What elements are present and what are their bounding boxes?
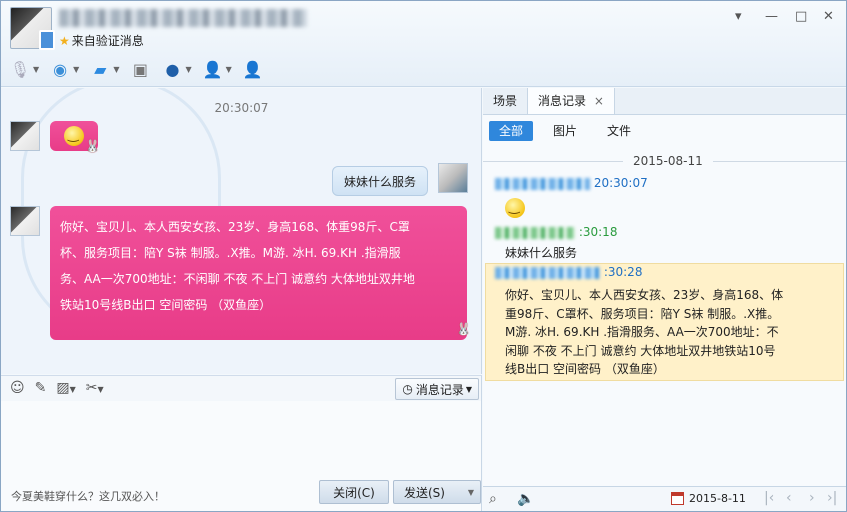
voice-call-button[interactable]: 🎙 ▼ bbox=[9, 58, 39, 80]
sender-name-blurred bbox=[495, 266, 600, 279]
chevron-down-icon: ▼ bbox=[465, 384, 472, 394]
chat-window: ★ 来自验证消息 ▾ — □ ✕ 🎙 ▼ ◉ ▼ ▰ ▼ ▣ ● ▼ 👤 ▼ 👤… bbox=[0, 0, 847, 512]
last-page-icon[interactable]: ›| bbox=[827, 490, 837, 506]
remove-contact-icon: 👤 bbox=[202, 59, 223, 79]
input-toolbar: ☺ ✎ ▨▼ ✂▼ ◷ 消息记录 ▼ bbox=[1, 375, 482, 401]
sender-name-blurred bbox=[495, 177, 590, 190]
calendar-icon bbox=[671, 492, 684, 505]
police-icon: ● bbox=[165, 59, 180, 79]
image-icon[interactable]: ▨▼ bbox=[56, 380, 75, 396]
filter-images[interactable]: 图片 bbox=[543, 121, 587, 141]
remote-desktop-icon: ▣ bbox=[132, 59, 149, 79]
file-transfer-button[interactable]: ▰ ▼ bbox=[89, 58, 119, 80]
contact-avatar-small[interactable] bbox=[10, 206, 40, 236]
self-avatar[interactable] bbox=[438, 163, 468, 193]
filter-all[interactable]: 全部 bbox=[489, 121, 534, 141]
dropdown-menu-icon[interactable]: ▾ bbox=[735, 9, 742, 24]
sender-name-blurred bbox=[495, 226, 575, 239]
side-tabs: 场景 消息记录 × bbox=[483, 88, 846, 115]
date-separator: 2015-08-11 bbox=[483, 154, 846, 168]
minimize-icon[interactable]: — bbox=[765, 9, 778, 24]
contact-avatar-small[interactable] bbox=[10, 121, 40, 151]
video-call-button[interactable]: ◉ ▼ bbox=[49, 58, 79, 80]
rabbit-sticker-icon: 🐰 bbox=[85, 139, 100, 153]
chevron-down-icon: ▼ bbox=[113, 64, 120, 74]
tab-message-history[interactable]: 消息记录 × bbox=[528, 88, 615, 114]
star-icon: ★ bbox=[59, 34, 70, 48]
speaker-icon[interactable]: 🔈 bbox=[517, 491, 534, 507]
maximize-icon[interactable]: □ bbox=[795, 9, 807, 24]
filter-files[interactable]: 文件 bbox=[597, 121, 641, 141]
chat-history[interactable]: 20:30:07 🐰 妹妹什么服务 你好、宝贝儿、本人西安女孩、23岁、身高16… bbox=[1, 88, 482, 374]
emoji-icon[interactable]: ☺ bbox=[10, 380, 25, 396]
record-text-long: 你好、宝贝儿、本人西安女孩、23岁、身高168、体 重98斤、C罩杯、服务项目：… bbox=[505, 288, 784, 376]
chevron-down-icon: ▼ bbox=[73, 64, 80, 74]
next-page-icon[interactable]: › bbox=[809, 490, 815, 506]
history-footer: ⌕ 🔈 2015-8-11 |‹ ‹ › ›| bbox=[483, 486, 846, 511]
remote-desktop-button[interactable]: ▣ bbox=[129, 58, 151, 80]
window-header: ★ 来自验证消息 ▾ — □ ✕ 🎙 ▼ ◉ ▼ ▰ ▼ ▣ ● ▼ 👤 ▼ 👤 bbox=[1, 1, 846, 87]
first-page-icon[interactable]: |‹ bbox=[764, 490, 774, 506]
smiley-emoji-icon bbox=[64, 126, 84, 146]
screenshot-icon[interactable]: ✂▼ bbox=[86, 380, 104, 396]
clock-icon: ◷ bbox=[402, 382, 413, 396]
report-button[interactable]: ● ▼ bbox=[161, 58, 191, 80]
message-timestamp: 20:30:07 bbox=[214, 101, 269, 115]
record-header: :30:18 bbox=[495, 225, 617, 241]
prev-page-icon[interactable]: ‹ bbox=[786, 490, 792, 506]
chat-toolbar: 🎙 ▼ ◉ ▼ ▰ ▼ ▣ ● ▼ 👤 ▼ 👤 bbox=[9, 57, 274, 81]
record-emoji bbox=[505, 198, 525, 221]
record-text: 妹妹什么服务 bbox=[505, 246, 578, 260]
close-icon[interactable]: ✕ bbox=[823, 9, 834, 24]
smiley-emoji-icon bbox=[505, 198, 525, 218]
file-transfer-icon: ▰ bbox=[94, 59, 107, 79]
record-header: :30:28 bbox=[495, 265, 642, 281]
message-history-button[interactable]: ◷ 消息记录 ▼ bbox=[395, 378, 479, 400]
chevron-down-icon[interactable]: ▼ bbox=[468, 488, 474, 497]
record-header: 20:30:07 bbox=[495, 176, 648, 192]
search-icon[interactable]: ⌕ bbox=[489, 491, 497, 507]
date-picker[interactable]: 2015-8-11 bbox=[671, 492, 746, 505]
contact-name-blurred bbox=[59, 9, 307, 27]
chevron-down-icon: ▼ bbox=[185, 64, 192, 74]
tab-scene[interactable]: 场景 bbox=[483, 88, 529, 114]
ad-link[interactable]: 今夏美鞋穿什么？这几双必入！ bbox=[11, 488, 165, 504]
microphone-icon: 🎙 bbox=[9, 59, 31, 79]
close-button[interactable]: 关闭(C) bbox=[319, 480, 389, 504]
send-button[interactable]: 发送(S) ▼ bbox=[393, 480, 481, 504]
close-tab-icon[interactable]: × bbox=[594, 94, 604, 108]
contact-avatar[interactable] bbox=[10, 7, 55, 50]
message-bubble-self: 妹妹什么服务 bbox=[332, 166, 428, 196]
message-input[interactable]: 今夏美鞋穿什么？这几双必入！ 关闭(C) 发送(S) ▼ bbox=[1, 401, 482, 511]
message-bubble-long: 你好、宝贝儿、本人西安女孩、23岁、身高168、体重98斤、C罩 杯、服务项目：… bbox=[50, 206, 467, 340]
history-filters: 全部 图片 文件 bbox=[489, 121, 641, 141]
add-contact-button[interactable]: 👤 bbox=[242, 58, 264, 80]
chevron-down-icon: ▼ bbox=[225, 64, 232, 74]
chevron-down-icon: ▼ bbox=[33, 64, 40, 74]
add-contact-icon: 👤 bbox=[242, 59, 263, 79]
remove-contact-button[interactable]: 👤 ▼ bbox=[202, 58, 232, 80]
rabbit-sticker-icon: 🐰 bbox=[456, 322, 471, 336]
verify-source: ★ 来自验证消息 bbox=[59, 34, 144, 48]
font-edit-icon[interactable]: ✎ bbox=[35, 380, 47, 396]
video-camera-icon: ◉ bbox=[53, 59, 68, 79]
side-panel: 场景 消息记录 × 全部 图片 文件 2015-08-11 20:30:07 :… bbox=[483, 88, 846, 511]
